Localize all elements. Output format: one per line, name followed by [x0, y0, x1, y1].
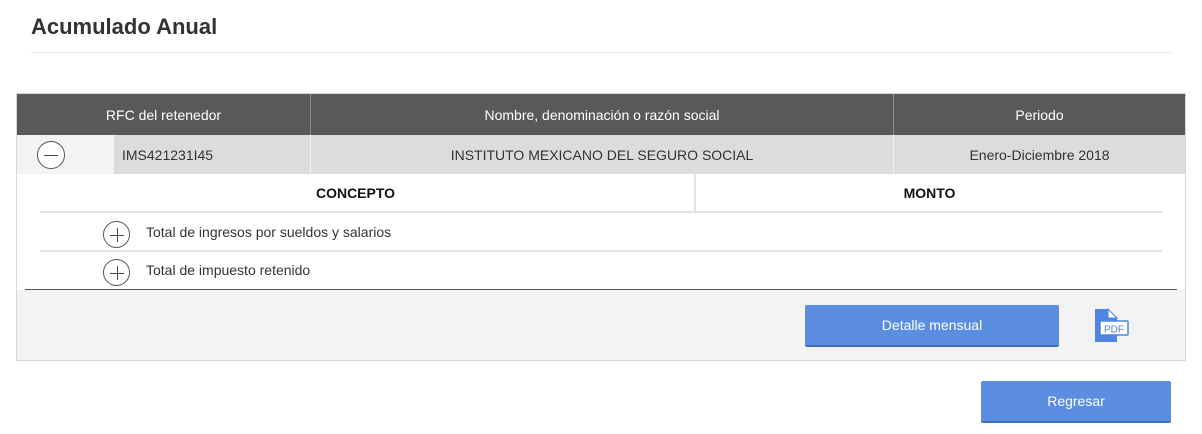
page-title: Acumulado Anual [31, 14, 218, 39]
retenedores-panel: RFC del retenedor Nombre, denominación o… [16, 93, 1186, 361]
list-item: Total de impuesto retenido [40, 251, 1162, 288]
svg-text:PDF: PDF [1104, 325, 1124, 336]
detalle-mensual-button[interactable]: Detalle mensual [805, 305, 1059, 347]
header-periodo: Periodo [893, 94, 1185, 135]
regresar-button[interactable]: Regresar [981, 381, 1171, 423]
item-label: Total de ingresos por sueldos y salarios [146, 223, 392, 240]
table-header: RFC del retenedor Nombre, denominación o… [17, 94, 1185, 135]
header-concepto: CONCEPTO [315, 184, 396, 201]
expand-item-button[interactable] [103, 259, 130, 286]
detail-subtable: CONCEPTO MONTO Total de ingresos por sue… [17, 174, 1185, 290]
detail-header: CONCEPTO MONTO [17, 174, 1185, 211]
row-toggle-cell [17, 135, 114, 174]
header-rfc: RFC del retenedor [105, 106, 222, 123]
cell-rfc: IMS421231I45 [122, 146, 214, 163]
title-divider [31, 52, 1171, 53]
collapse-row-button[interactable] [37, 141, 65, 169]
table-row: IMS421231I45 INSTITUTO MEXICANO DEL SEGU… [17, 135, 1185, 174]
detail-bottom-border [25, 289, 1177, 290]
header-nombre: Nombre, denominación o razón social [310, 94, 893, 135]
cell-periodo: Enero-Diciembre 2018 [893, 135, 1185, 174]
list-item: Total de ingresos por sueldos y salarios [40, 213, 1162, 250]
minus-circle-icon [44, 155, 58, 156]
expand-item-button[interactable] [103, 221, 130, 248]
pdf-download-icon[interactable]: PDF [1091, 307, 1131, 344]
cell-nombre: INSTITUTO MEXICANO DEL SEGURO SOCIAL [310, 135, 893, 174]
item-label: Total de impuesto retenido [146, 261, 311, 278]
header-monto: MONTO [694, 174, 1163, 211]
